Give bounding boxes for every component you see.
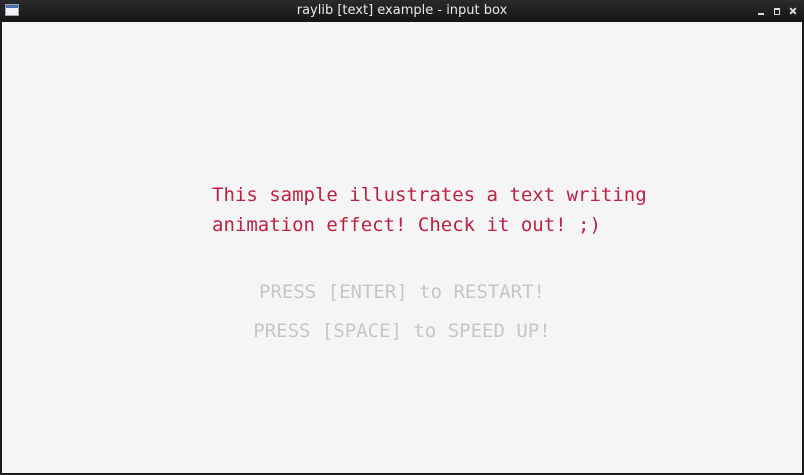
maximize-icon[interactable] <box>772 6 782 16</box>
window-controls <box>756 3 798 19</box>
close-icon[interactable] <box>788 6 798 16</box>
animated-message: This sample illustrates a text writing a… <box>212 180 647 240</box>
window-title: raylib [text] example - input box <box>296 3 508 18</box>
title-bar[interactable]: raylib [text] example - input box <box>0 0 804 22</box>
render-canvas[interactable]: This sample illustrates a text writing a… <box>2 22 802 473</box>
restart-hint: PRESS [ENTER] to RESTART! <box>259 281 545 303</box>
message-line-1: This sample illustrates a text writing <box>212 184 647 206</box>
app-window: raylib [text] example - input box This s… <box>0 0 804 475</box>
speed-up-hint: PRESS [SPACE] to SPEED UP! <box>253 320 551 342</box>
message-line-2: animation effect! Check it out! ;) <box>212 214 601 236</box>
minimize-icon[interactable] <box>756 6 766 16</box>
